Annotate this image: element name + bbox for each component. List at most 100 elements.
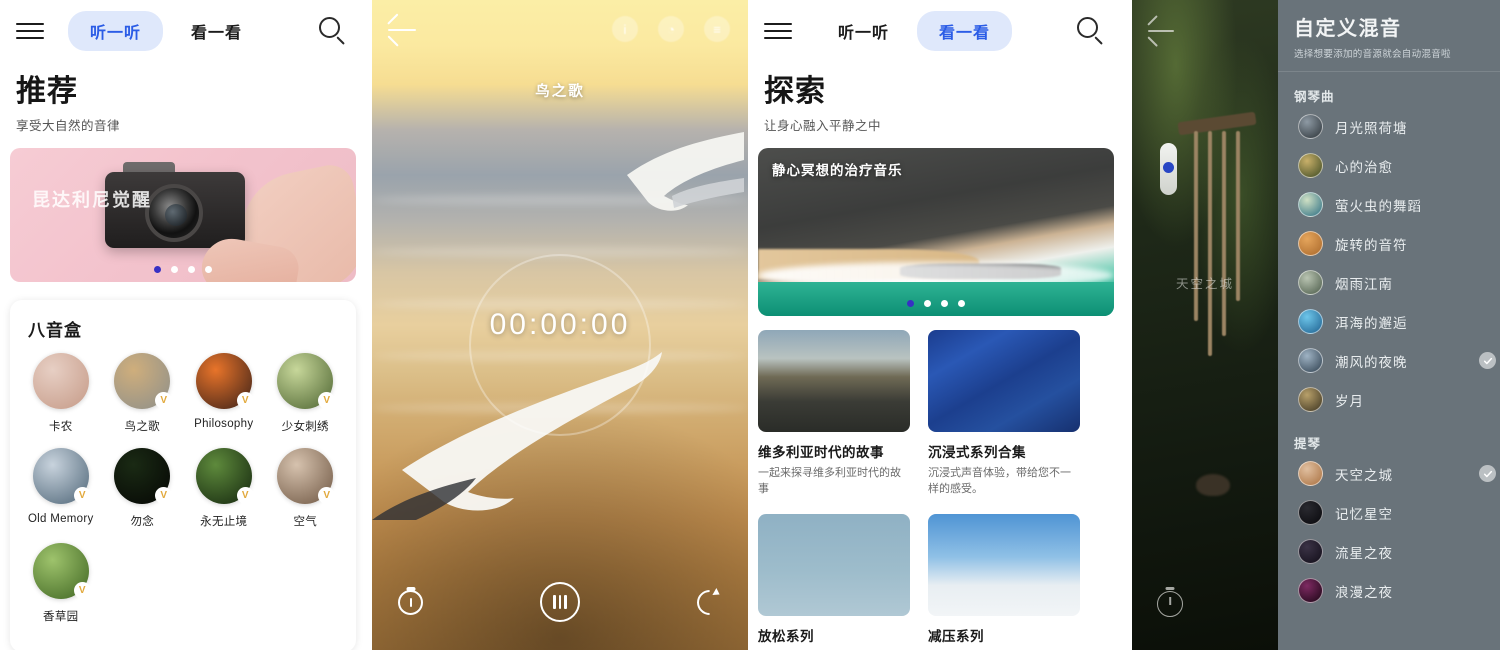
source-label: 洱海的邂逅 <box>1335 315 1408 331</box>
music-box-item[interactable]: V Philosophy <box>183 353 265 434</box>
source-avatar <box>1298 500 1323 525</box>
mix-source-row[interactable]: 萤火虫的舞蹈 <box>1278 185 1500 224</box>
card-image <box>928 513 1080 616</box>
music-box-item[interactable]: V 勿念 <box>102 448 184 529</box>
explore-card[interactable]: 放松系列 <box>758 513 910 645</box>
vip-badge: V <box>318 392 336 409</box>
mix-source-row[interactable]: 记忆星空 <box>1278 493 1500 532</box>
hero-carousel[interactable]: 昆达利尼觉醒 <box>10 148 356 282</box>
item-thumbnail[interactable]: V <box>32 448 91 504</box>
source-label: 潮风的夜晚 <box>1335 354 1408 370</box>
source-label: 萤火虫的舞蹈 <box>1335 198 1422 214</box>
item-label: 少女刺绣 <box>281 421 329 433</box>
panel-recommend: 听一听 看一看 推荐 享受大自然的音律 昆达利尼觉醒 八音盒 卡农 V 鸟之歌 V Ph… <box>0 0 366 650</box>
explore-card[interactable]: 维多利亚时代的故事 一起来探寻维多利亚时代的故事 <box>758 330 910 498</box>
music-box-item[interactable]: V 少女刺绣 <box>265 353 347 434</box>
source-label: 月光照荷塘 <box>1335 120 1408 136</box>
panel1-tabs: 听一听 看一看 <box>68 11 264 51</box>
explore-card[interactable]: 沉浸式系列合集 沉浸式声音体验，带给您不一样的感受。 <box>928 330 1080 498</box>
item-thumbnail[interactable]: V <box>114 448 173 504</box>
item-label: Old Memory <box>27 513 94 525</box>
source-avatar <box>1298 348 1323 373</box>
mix-subtitle: 选择想要添加的音源就会自动混音啦 <box>1294 49 1451 60</box>
card-title: 沉浸式系列合集 <box>928 445 1026 460</box>
mix-source-row[interactable]: 烟雨江南 <box>1278 263 1500 302</box>
music-box-item[interactable]: V 鸟之歌 <box>102 353 184 434</box>
mix-source-row[interactable]: 心的治愈 <box>1278 146 1500 185</box>
item-label: 勿念 <box>130 516 155 528</box>
banner-title: 静心冥想的治疗音乐 <box>772 163 903 178</box>
item-thumbnail[interactable]: V <box>277 448 336 504</box>
item-label: Philosophy <box>194 418 254 430</box>
item-thumbnail[interactable]: V <box>277 353 336 409</box>
mix-source-row[interactable]: 天空之城 <box>1278 454 1500 493</box>
source-avatar <box>1298 461 1323 486</box>
back-arrow-icon[interactable] <box>1146 15 1182 48</box>
panel-explore: 听一听 看一看 探索 让身心融入平静之中 静心冥想的治疗音乐 维多利亚时代的故事… <box>748 0 1124 650</box>
card-title: 放松系列 <box>758 628 814 644</box>
mix-source-row[interactable]: 洱海的邂逅 <box>1278 302 1500 341</box>
hamburger-icon[interactable] <box>764 20 794 42</box>
stopwatch-icon[interactable] <box>1157 587 1183 617</box>
vip-badge: V <box>236 487 254 504</box>
current-mix-name: 天空之城 <box>1175 277 1234 291</box>
source-label: 心的治愈 <box>1335 159 1393 175</box>
panel-player: i ◔ ≡ 鸟之歌 00:00:00 <box>372 0 748 650</box>
vip-badge: V <box>73 487 91 504</box>
player-song-title: 鸟之歌 <box>535 84 585 100</box>
explore-card[interactable]: 减压系列 <box>928 513 1080 645</box>
hero-dots[interactable] <box>154 266 212 273</box>
mix-source-row[interactable]: 旋转的音符 <box>1278 224 1500 263</box>
source-avatar <box>1298 153 1323 178</box>
item-label: 永无止境 <box>200 516 248 528</box>
source-avatar <box>1298 539 1323 564</box>
music-box-item[interactable]: V 空气 <box>265 448 347 529</box>
back-arrow-icon[interactable] <box>386 13 422 47</box>
item-thumbnail[interactable]: V <box>32 543 91 599</box>
repeat-icon[interactable] <box>691 584 728 620</box>
music-box-grid: 卡农 V 鸟之歌 V Philosophy V 少女刺绣 V Old Memory V 勿念 V 永无止… <box>10 353 356 638</box>
item-thumbnail[interactable]: V <box>195 353 254 409</box>
card-title: 维多利亚时代的故事 <box>758 445 884 460</box>
mix-source-row[interactable]: 岁月 <box>1278 380 1500 419</box>
mix-sidebar: 自定义混音 选择想要添加的音源就会自动混音啦 钢琴曲 月光照荷塘 心的治愈 萤火虫的舞… <box>1278 0 1500 650</box>
tab-listen[interactable]: 听一听 <box>68 11 164 51</box>
mix-section-title: 钢琴曲 <box>1294 90 1335 104</box>
list-icon[interactable]: ≡ <box>704 16 730 42</box>
mix-source-row[interactable]: 月光照荷塘 <box>1278 107 1500 146</box>
pause-icon[interactable] <box>540 582 580 622</box>
mix-source-list: 钢琴曲月光照荷塘心的治愈萤火虫的舞蹈旋转的音符 烟雨江南洱海的邂逅潮风的夜晚岁月提… <box>1278 72 1500 610</box>
music-box-item[interactable]: 卡农 <box>20 353 102 434</box>
mix-source-row[interactable]: 浪漫之夜 <box>1278 571 1500 610</box>
info-icon[interactable]: i <box>612 16 638 42</box>
source-avatar <box>1298 231 1323 256</box>
source-label: 浪漫之夜 <box>1335 584 1393 600</box>
selected-check-icon[interactable] <box>1479 352 1496 369</box>
source-label: 天空之城 <box>1335 467 1393 483</box>
stopwatch-icon[interactable] <box>398 586 423 615</box>
vip-badge: V <box>236 392 254 409</box>
hamburger-icon[interactable] <box>16 20 46 42</box>
tab-watch[interactable]: 看一看 <box>169 11 264 51</box>
mix-source-row[interactable]: 潮风的夜晚 <box>1278 341 1500 380</box>
timer-icon[interactable]: ◔ <box>658 16 684 42</box>
explore-banner[interactable]: 静心冥想的治疗音乐 <box>758 148 1114 316</box>
selected-check-icon[interactable] <box>1479 465 1496 482</box>
hero-title: 昆达利尼觉醒 <box>32 190 152 210</box>
tab-watch[interactable]: 看一看 <box>917 11 1013 51</box>
music-box-item[interactable]: V 香草园 <box>20 543 102 624</box>
item-thumbnail[interactable]: V <box>195 448 254 504</box>
music-box-card: 八音盒 卡农 V 鸟之歌 V Philosophy V 少女刺绣 V Old Memory V 勿念… <box>10 300 356 650</box>
explore-card-grid: 维多利亚时代的故事 一起来探寻维多利亚时代的故事 沉浸式系列合集 沉浸式声音体验，带给… <box>748 316 1124 645</box>
mix-source-row[interactable]: 流星之夜 <box>1278 532 1500 571</box>
banner-dots[interactable] <box>907 300 965 307</box>
music-box-item[interactable]: V 永无止境 <box>183 448 265 529</box>
item-thumbnail[interactable]: V <box>114 353 173 409</box>
item-thumbnail[interactable] <box>32 353 89 409</box>
music-box-item[interactable]: V Old Memory <box>20 448 102 529</box>
mix-section-title: 提琴 <box>1294 437 1322 451</box>
search-icon[interactable] <box>1074 14 1108 48</box>
source-avatar <box>1298 114 1323 139</box>
tab-listen[interactable]: 听一听 <box>816 11 911 51</box>
search-icon[interactable] <box>316 14 350 48</box>
